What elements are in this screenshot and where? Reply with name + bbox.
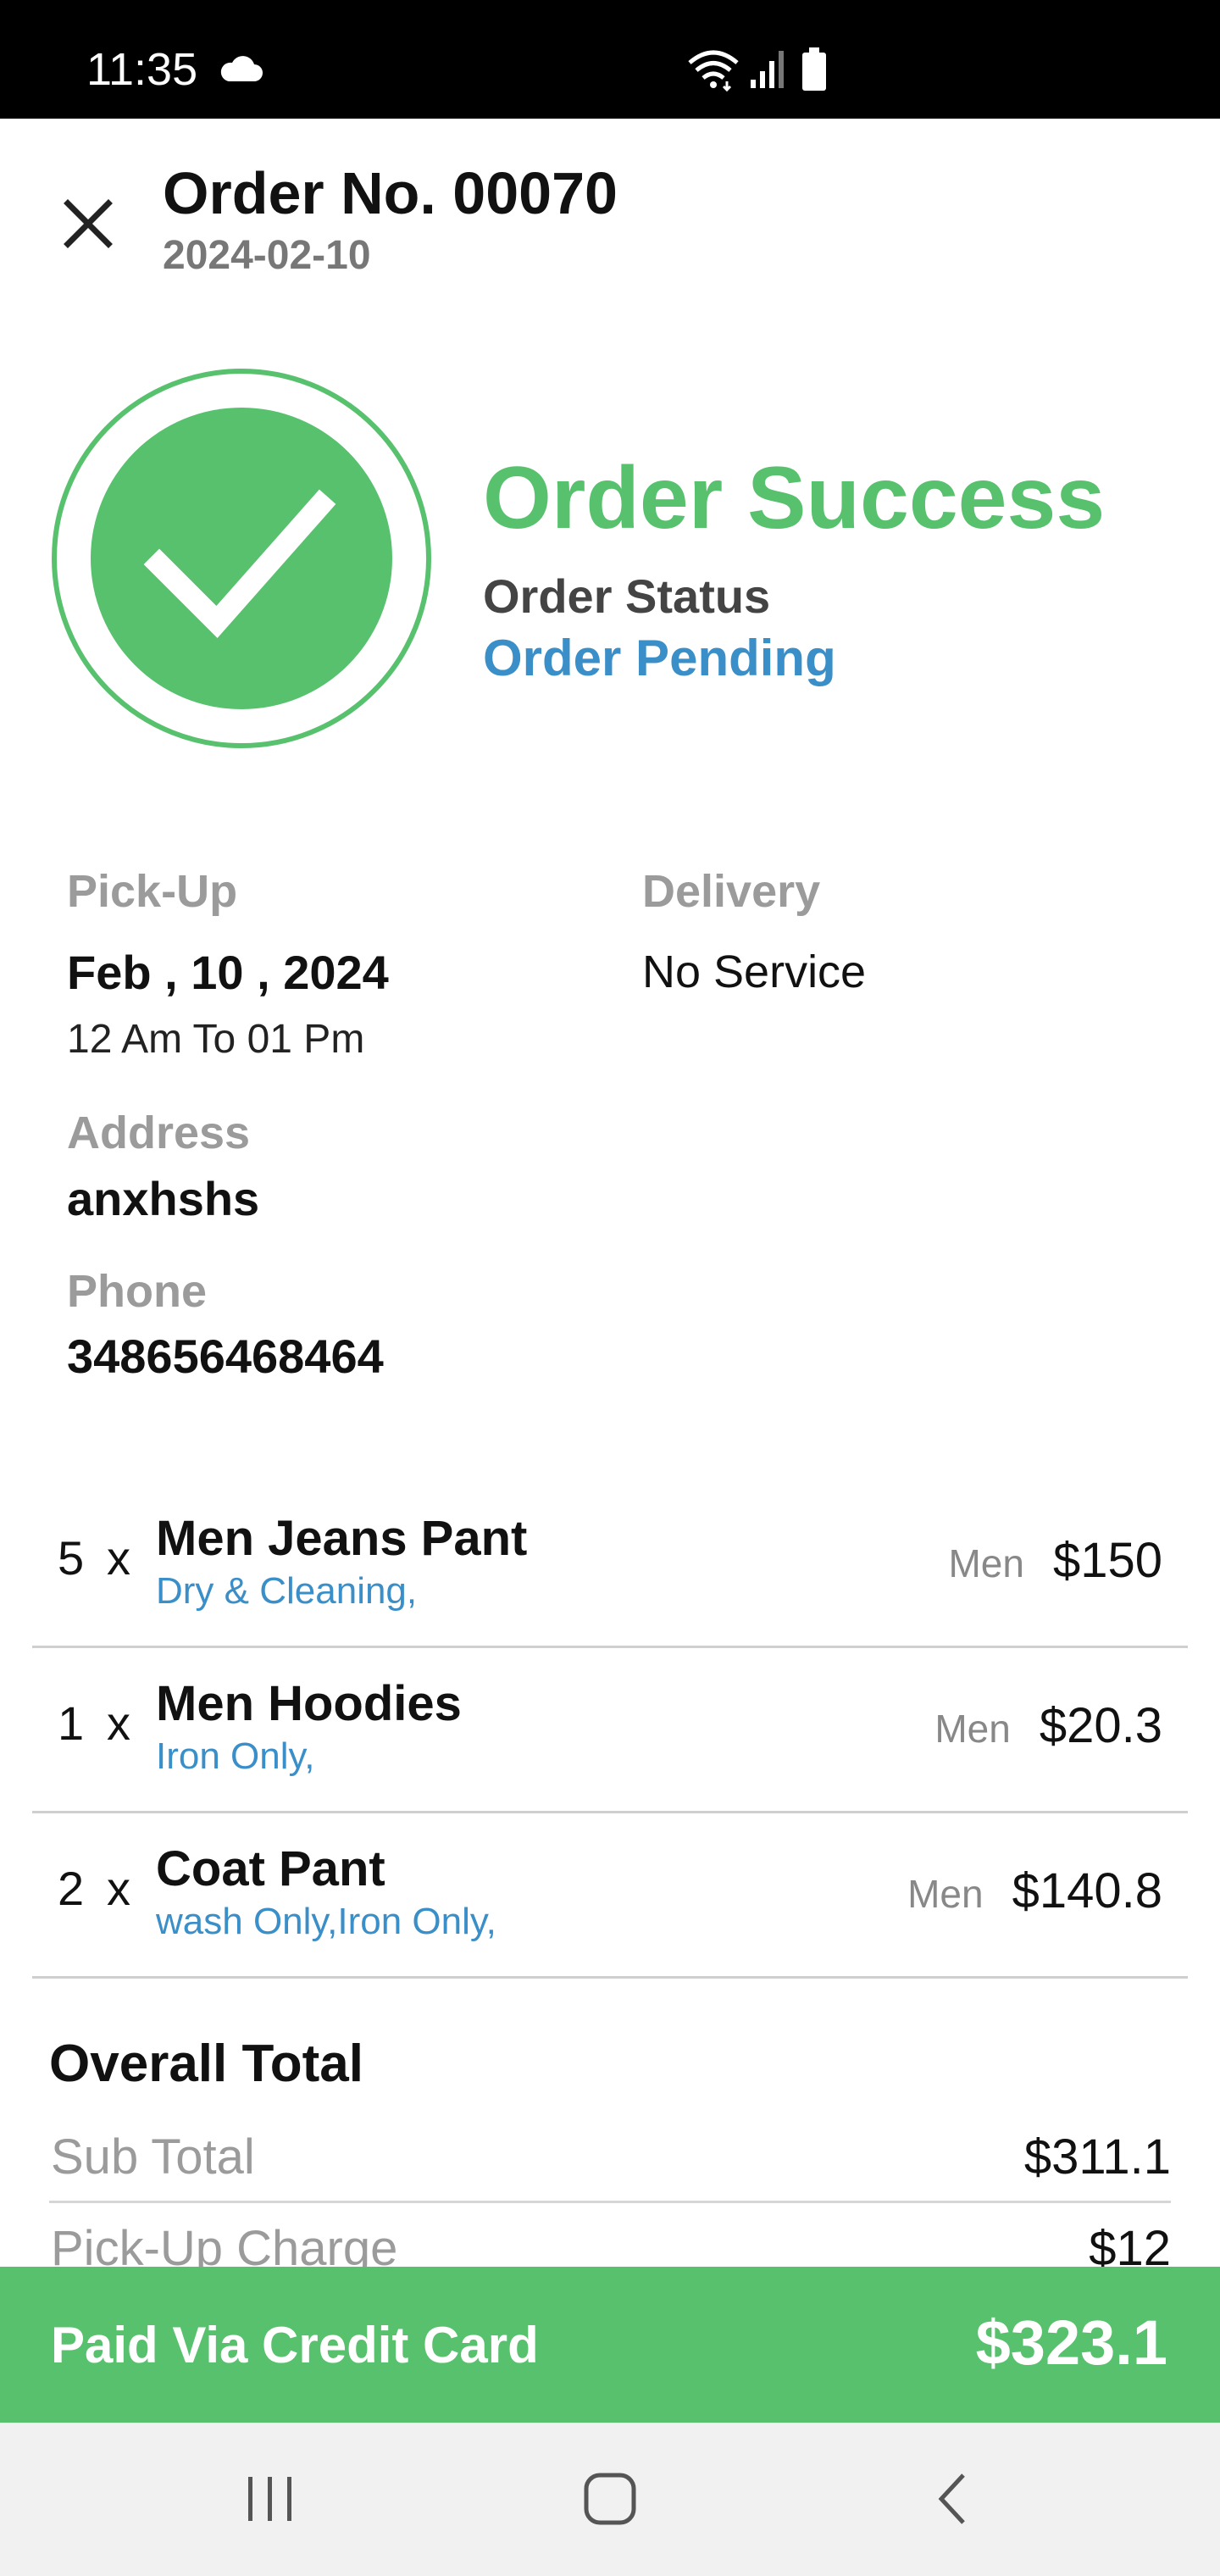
home-icon — [584, 2473, 636, 2525]
list-item: 1 x Men Hoodies Iron Only, Men $20.3 — [32, 1648, 1188, 1813]
close-icon — [64, 199, 113, 248]
phone-label: Phone — [67, 1266, 208, 1317]
subtotal-row: Sub Total $311.1 — [49, 2115, 1171, 2203]
item-category: Men — [907, 1872, 984, 1916]
item-quantity: 5 — [58, 1531, 85, 1585]
item-category: Men — [948, 1541, 1024, 1585]
list-item: 2 x Coat Pant wash Only,Iron Only, Men $… — [32, 1813, 1188, 1979]
order-title: Order No. 00070 — [163, 160, 618, 226]
success-title: Order Success — [483, 449, 1106, 547]
payment-method: Paid Via Credit Card — [51, 2317, 539, 2373]
check-circle-icon — [52, 369, 431, 748]
item-service: Iron Only, — [156, 1735, 315, 1777]
address-value: anxhshs — [67, 1172, 260, 1225]
item-price: $140.8 — [1012, 1863, 1162, 1918]
item-service: wash Only,Iron Only, — [156, 1901, 496, 1942]
item-multiplier: x — [107, 1862, 130, 1915]
pickup-label: Pick-Up — [67, 866, 238, 917]
item-category: Men — [934, 1707, 1011, 1751]
order-items-list: 5 x Men Jeans Pant Dry & Cleaning, Men $… — [32, 1483, 1188, 1979]
subtotal-value: $311.1 — [1023, 2129, 1171, 2185]
item-service: Dry & Cleaning, — [156, 1570, 418, 1612]
item-multiplier: x — [107, 1696, 130, 1750]
status-bar: 11:35 — [0, 0, 1220, 119]
item-name: Coat Pant — [156, 1841, 385, 1896]
order-date: 2024-02-10 — [163, 233, 371, 278]
status-time: 11:35 — [86, 44, 198, 95]
item-name: Men Hoodies — [156, 1676, 462, 1731]
delivery-label: Delivery — [642, 866, 821, 917]
item-price: $150 — [1052, 1533, 1162, 1588]
overall-total-title: Overall Total — [49, 2035, 363, 2093]
phone-value: 348656468464 — [67, 1330, 384, 1383]
back-icon — [938, 2473, 965, 2524]
signal-icon — [751, 51, 784, 88]
item-quantity: 1 — [58, 1696, 85, 1750]
item-multiplier: x — [107, 1531, 130, 1585]
battery-icon — [802, 47, 826, 91]
recent-apps-icon — [248, 2477, 291, 2521]
wifi-icon — [688, 50, 739, 92]
back-button[interactable] — [905, 2457, 998, 2541]
order-status-value: Order Pending — [483, 630, 836, 686]
payment-bar[interactable]: Paid Via Credit Card $323.1 — [0, 2267, 1220, 2423]
payment-total: $323.1 — [975, 2307, 1167, 2378]
navigation-bar — [0, 2423, 1220, 2576]
address-label: Address — [67, 1108, 251, 1158]
item-quantity: 2 — [58, 1862, 85, 1915]
pickup-date: Feb , 10 , 2024 — [67, 946, 389, 999]
item-price: $20.3 — [1039, 1698, 1162, 1753]
delivery-value: No Service — [642, 947, 867, 997]
pickup-time: 12 Am To 01 Pm — [67, 1017, 365, 1062]
list-item: 5 x Men Jeans Pant Dry & Cleaning, Men $… — [32, 1483, 1188, 1648]
cloud-icon — [220, 56, 263, 81]
item-name: Men Jeans Pant — [156, 1511, 528, 1566]
close-button[interactable] — [53, 188, 124, 259]
order-status-label: Order Status — [483, 569, 771, 623]
recent-apps-button[interactable] — [224, 2457, 317, 2541]
home-button[interactable] — [563, 2457, 657, 2541]
subtotal-label: Sub Total — [51, 2129, 255, 2185]
